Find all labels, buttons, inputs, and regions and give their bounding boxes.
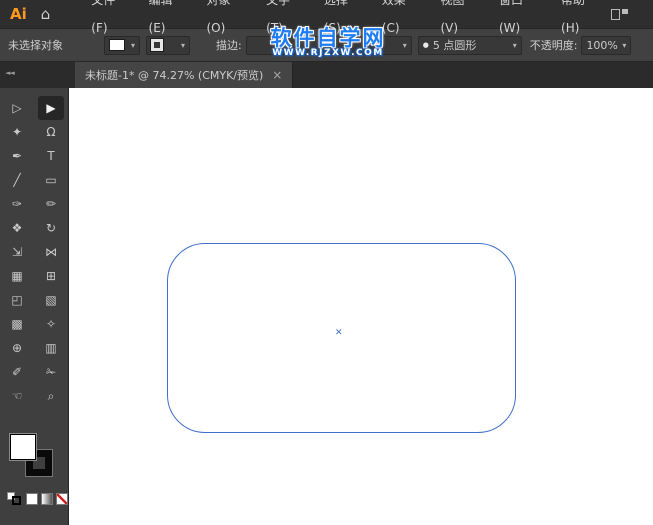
- hand-tool[interactable]: ☜: [4, 384, 30, 408]
- free-transform-tool[interactable]: ▦: [4, 264, 30, 288]
- rotate-tool[interactable]: ↻: [38, 216, 64, 240]
- lasso-tool[interactable]: Ω: [38, 120, 64, 144]
- tools-collapse-button[interactable]: ◄◄: [0, 62, 69, 88]
- pencil-tool[interactable]: ✏: [38, 192, 64, 216]
- type-tool[interactable]: T: [38, 144, 64, 168]
- gradient-tool[interactable]: ▩: [4, 312, 30, 336]
- width-profile-dropdown[interactable]: ▾: [299, 35, 412, 55]
- stroke-color-dropdown[interactable]: ▾: [146, 35, 190, 55]
- close-icon[interactable]: ×: [272, 68, 282, 82]
- line-segment-tool[interactable]: ╱: [4, 168, 30, 192]
- collapse-double-arrow-icon: ◄◄: [5, 69, 15, 77]
- document-tab[interactable]: 未标题-1* @ 74.27% (CMYK/预览) ×: [75, 62, 294, 88]
- knife-tool[interactable]: ✁: [38, 360, 64, 384]
- fill-color-well[interactable]: [10, 434, 36, 460]
- opacity-dropdown[interactable]: 100% ▾: [581, 35, 632, 55]
- pen-tool[interactable]: ✒: [4, 144, 30, 168]
- gradient-button[interactable]: [41, 493, 53, 505]
- chevron-down-icon: ▾: [512, 40, 517, 50]
- drawn-shape[interactable]: [167, 243, 516, 433]
- chevron-down-icon: ▾: [130, 40, 135, 50]
- fill-color-dropdown[interactable]: ▾: [104, 35, 140, 55]
- opacity-value: 100%: [586, 38, 618, 52]
- home-icon[interactable]: ⌂: [35, 5, 57, 23]
- illustrator-window: Ai ⌂ 文件(F) 编辑(E) 对象(O) 文字(T) 选择(S) 效果(C) 视图(V)…: [0, 0, 653, 525]
- default-stroke-icon: [12, 496, 21, 505]
- perspective-grid-tool[interactable]: ⊞: [38, 264, 64, 288]
- eyedropper-tool[interactable]: ✧: [38, 312, 64, 336]
- stroke-weight-label: 描边:: [216, 39, 242, 52]
- width-tool[interactable]: ⋈: [38, 240, 64, 264]
- direct-selection-tool[interactable]: ▷: [4, 96, 30, 120]
- shaper-tool[interactable]: ❖: [4, 216, 30, 240]
- main-area: ◄◄ 未标题-1* @ 74.27% (CMYK/预览) × ▷ ▶ ✦ Ω ✒ T ╱ ▭ ✑…: [0, 62, 653, 525]
- paintbrush-tool[interactable]: ✑: [4, 192, 30, 216]
- tools-panel: ▷ ▶ ✦ Ω ✒ T ╱ ▭ ✑ ✏ ❖ ↻ ⇲ ⋈ ▦ ⊞ ◰ ▧ ▩ ✧ ⊕ ▥ ✐ ✁ ☜ ⌕: [0, 88, 69, 525]
- shape-builder-tool[interactable]: ⊕: [4, 336, 30, 360]
- center-point-marker: ✕: [335, 328, 343, 338]
- brush-definition-dropdown[interactable]: ● 5 点圆形 ▾: [417, 35, 522, 55]
- selection-tool[interactable]: ▶: [38, 96, 64, 120]
- rectangle-tool[interactable]: ▭: [38, 168, 64, 192]
- tab-bar: 未标题-1* @ 74.27% (CMYK/预览) ×: [69, 62, 653, 88]
- tools-grid: ▷ ▶ ✦ Ω ✒ T ╱ ▭ ✑ ✏ ❖ ↻ ⇲ ⋈ ▦ ⊞ ◰ ▧ ▩ ✧ ⊕ ▥ ✐ ✁ ☜ ⌕: [0, 96, 68, 408]
- default-swatches-icon[interactable]: [7, 492, 23, 506]
- fill-stroke-swatches: [10, 434, 56, 482]
- chevron-down-icon: ▾: [286, 40, 291, 50]
- magic-wand-tool[interactable]: ✦: [4, 120, 30, 144]
- workspace-switcher-icon[interactable]: [611, 8, 629, 21]
- none-button[interactable]: [56, 493, 68, 505]
- symbol-sprayer-tool[interactable]: ▧: [38, 288, 64, 312]
- graph-tool[interactable]: ▥: [38, 336, 64, 360]
- chevron-down-icon: ▾: [180, 40, 185, 50]
- menu-bar: Ai ⌂ 文件(F) 编辑(E) 对象(O) 文字(T) 选择(S) 效果(C) 视图(V)…: [0, 0, 653, 35]
- opacity-label: 不透明度:: [529, 39, 578, 52]
- swatch-mini-buttons: [7, 492, 68, 506]
- workspace-square-icon: [611, 8, 621, 20]
- selection-status: 未选择对象: [8, 39, 63, 52]
- fill-swatch-icon: [109, 39, 125, 51]
- color-button[interactable]: [26, 493, 38, 505]
- smooth-tool[interactable]: ✐: [4, 360, 30, 384]
- document-tab-title: 未标题-1* @ 74.27% (CMYK/预览): [85, 69, 264, 82]
- scale-tool[interactable]: ⇲: [4, 240, 30, 264]
- brush-thumbnail-icon: ●: [422, 41, 429, 49]
- artboard-tool[interactable]: ◰: [4, 288, 30, 312]
- brush-definition-value: 5 点圆形: [432, 39, 477, 52]
- stroke-swatch-icon: [150, 38, 164, 52]
- workspace-square-small-icon: [622, 8, 629, 14]
- stroke-weight-dropdown[interactable]: ▾: [245, 35, 296, 55]
- app-logo-icon[interactable]: Ai: [0, 5, 35, 23]
- zoom-tool[interactable]: ⌕: [38, 384, 64, 408]
- chevron-down-icon: ▾: [622, 40, 627, 50]
- chevron-down-icon: ▾: [402, 40, 407, 50]
- canvas[interactable]: ✕: [69, 88, 653, 525]
